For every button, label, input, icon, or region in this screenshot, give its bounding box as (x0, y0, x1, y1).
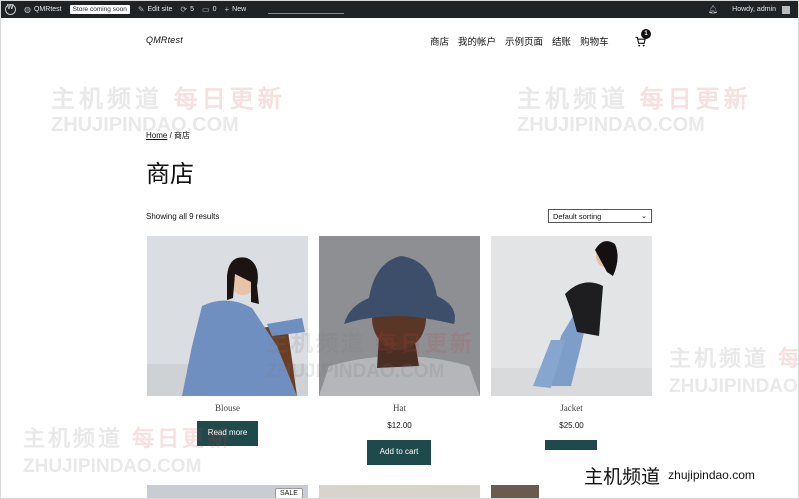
bell-icon[interactable]: 🔔︎ (708, 5, 718, 14)
watermark-en: ZHUJIPINDAO.COM (51, 114, 239, 136)
edit-site-link[interactable]: ✎ Edit site (134, 1, 177, 18)
site-title[interactable]: QMRtest (146, 35, 183, 45)
account-menu[interactable]: Howdy, admin (728, 1, 794, 18)
browser-page: ◍ QMRtest Store coming soon ✎ Edit site … (0, 0, 799, 499)
read-more-button[interactable]: Read more (197, 421, 258, 446)
watermark-cn: 主机频道 每日更新 (517, 86, 752, 113)
nav-item-cart[interactable]: 购物车 (580, 34, 609, 48)
palette-icon: ◍ (24, 5, 31, 14)
blouse-photo (147, 236, 308, 396)
sale-badge: SALE (275, 488, 303, 498)
product-price: $25.00 (559, 421, 584, 430)
avatar (782, 5, 790, 14)
plus-icon: + (224, 5, 230, 14)
product-image-jacket[interactable] (491, 236, 652, 396)
product-image-hat[interactable] (319, 236, 480, 396)
cart-count-badge: 1 (641, 29, 651, 39)
new-content-link[interactable]: + New (221, 1, 251, 18)
watermark-en: ZHUJIPINDAO.COM (517, 114, 705, 136)
site-name-link[interactable]: ◍ QMRtest (20, 1, 66, 18)
product-title[interactable]: Hat (319, 403, 480, 413)
breadcrumb-home-link[interactable]: Home (146, 131, 167, 140)
add-to-cart-button[interactable]: Add to cart (367, 440, 431, 465)
product-title[interactable]: Blouse (147, 403, 308, 413)
watermark-banner: 主机频道 zhujipindao.com (539, 450, 798, 498)
comment-icon: ▭ (202, 5, 210, 14)
breadcrumb-current: 商店 (174, 131, 191, 140)
refresh-icon: ⟳ (180, 5, 188, 14)
comments-link[interactable]: ▭ 0 (198, 1, 220, 18)
product-image-blouse[interactable] (147, 236, 308, 396)
hat-photo (319, 236, 480, 396)
nav-item-shop[interactable]: 商店 (430, 34, 449, 48)
sorting-select[interactable]: Default sorting ⌄ (548, 209, 652, 223)
jacket-photo (491, 236, 652, 396)
watermark-cn: 主机频道 每日更新 (51, 86, 286, 113)
brush-icon: ✎ (137, 5, 145, 14)
product-title[interactable]: Jacket (491, 403, 652, 413)
admin-search-field[interactable] (268, 5, 345, 14)
product-price: $12.00 (387, 421, 412, 430)
nav-item-my-account[interactable]: 我的帐户 (458, 34, 496, 48)
updates-link[interactable]: ⟳ 5 (176, 1, 198, 18)
watermark-cn: 主机频道 每日更新 (669, 346, 798, 371)
result-count: Showing all 9 results (146, 212, 220, 221)
watermark-en: ZHUJIPINDAO.COM (669, 376, 798, 397)
nav-item-sample-page[interactable]: 示例页面 (505, 34, 543, 48)
wp-logo-button[interactable] (1, 1, 20, 18)
watermark-en: ZHUJIPINDAO.COM (23, 456, 202, 477)
store-status-badge[interactable]: Store coming soon (66, 1, 134, 18)
nav-item-checkout[interactable]: 结账 (552, 34, 571, 48)
page-title: 商店 (146, 160, 194, 188)
wordpress-icon (5, 4, 16, 15)
chevron-down-icon: ⌄ (641, 213, 647, 220)
mini-cart-button[interactable]: 1 (635, 29, 653, 48)
product-image[interactable] (319, 485, 480, 498)
main-navigation: 商店 我的帐户 示例页面 结账 购物车 (430, 34, 609, 48)
admin-bar: ◍ QMRtest Store coming soon ✎ Edit site … (1, 1, 798, 18)
breadcrumb: Home / 商店 (146, 131, 191, 140)
